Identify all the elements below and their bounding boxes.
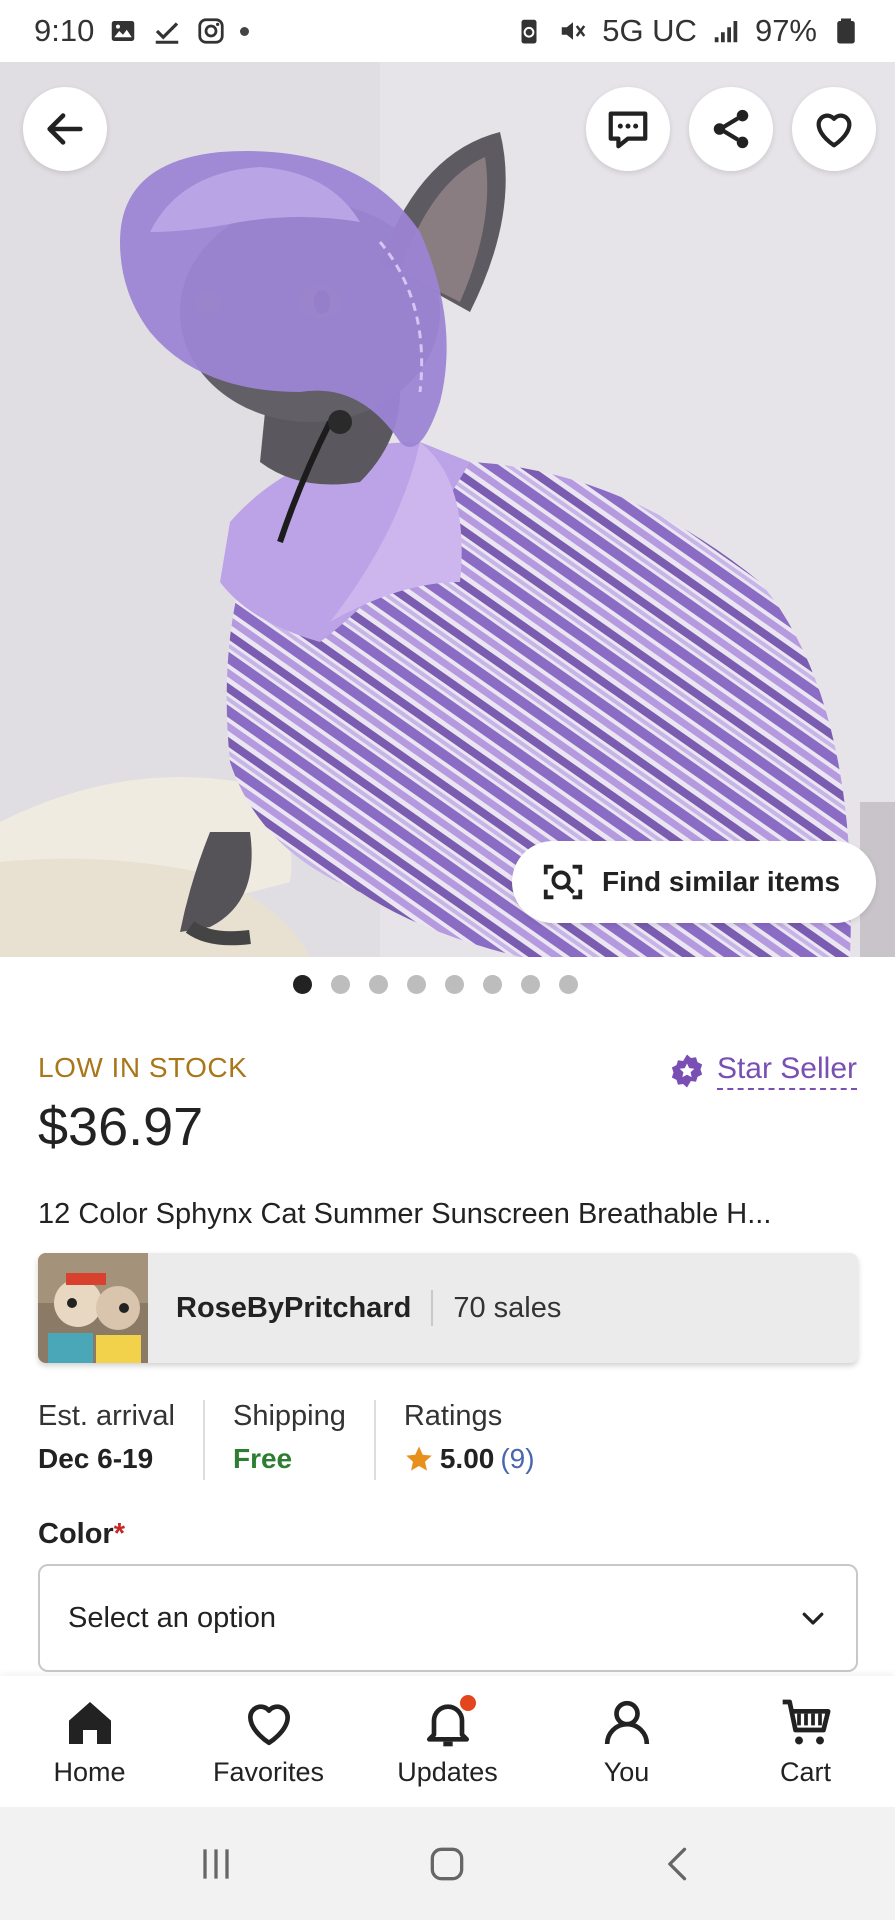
nav-you-label: You	[603, 1757, 650, 1787]
shop-avatar	[38, 1253, 148, 1363]
instagram-icon	[196, 16, 226, 46]
signal-icon	[711, 16, 741, 46]
message-seller-button[interactable]	[586, 87, 670, 171]
rating-value-row: 5.00 (9)	[404, 1443, 535, 1475]
status-time: 9:10	[34, 13, 95, 48]
product-image[interactable]: Find similar items	[0, 62, 895, 957]
heart-icon	[247, 1704, 290, 1746]
bottom-nav: Home Favorites Updates You Cart	[0, 1676, 895, 1807]
color-select[interactable]: Select an option	[38, 1564, 858, 1672]
product-photo	[0, 62, 895, 957]
favorite-button[interactable]	[792, 87, 876, 171]
ratings-info[interactable]: Ratings 5.00 (9)	[404, 1400, 535, 1484]
nav-home-label: Home	[53, 1757, 126, 1787]
home-button-icon[interactable]	[425, 1842, 469, 1886]
nav-updates-label: Updates	[397, 1757, 498, 1787]
pager-dot[interactable]	[407, 975, 426, 994]
arrival-info: Est. arrival Dec 6-19	[38, 1400, 175, 1484]
battery-icon	[831, 16, 861, 46]
home-icon	[68, 1702, 111, 1744]
info-divider	[373, 1400, 376, 1480]
visual-search-icon	[543, 864, 583, 900]
shop-name: RoseByPritchard	[176, 1291, 412, 1324]
share-button[interactable]	[689, 87, 773, 171]
notification-dot-icon	[240, 26, 250, 36]
arrow-left-icon	[47, 113, 83, 145]
nav-cart-label: Cart	[779, 1757, 831, 1787]
nav-home[interactable]: Home	[10, 1695, 170, 1788]
pager-dot[interactable]	[445, 975, 464, 994]
rating-count[interactable]: (9)	[500, 1443, 534, 1475]
color-label-text: Color	[38, 1518, 114, 1550]
find-similar-button[interactable]: Find similar items	[512, 841, 876, 923]
nav-cart[interactable]: Cart	[726, 1695, 886, 1788]
network-label: 5G UC	[602, 13, 697, 48]
info-row: Est. arrival Dec 6-19 Shipping Free Rati…	[38, 1400, 858, 1484]
chevron-down-icon	[802, 1612, 824, 1625]
arrival-label: Est. arrival	[38, 1400, 175, 1432]
back-button[interactable]	[23, 87, 107, 171]
pager-dot[interactable]	[331, 975, 350, 994]
pager-dot[interactable]	[559, 975, 578, 994]
gallery-icon	[108, 16, 138, 46]
color-select-placeholder: Select an option	[68, 1601, 276, 1634]
arrival-value: Dec 6-19	[38, 1443, 154, 1474]
nav-you[interactable]: You	[547, 1695, 707, 1788]
status-bar: 9:10 5G UC 97%	[0, 0, 895, 62]
heart-icon	[816, 113, 852, 148]
notification-badge	[459, 1695, 476, 1711]
shop-sales: 70 sales	[453, 1291, 562, 1324]
stock-status: LOW IN STOCK	[38, 1052, 248, 1083]
data-saver-icon	[514, 16, 544, 46]
shipping-value: Free	[232, 1443, 293, 1474]
price: $36.97	[38, 1097, 204, 1157]
person-icon	[604, 1700, 649, 1745]
pager-dot[interactable]	[483, 975, 502, 994]
pager-dot[interactable]	[521, 975, 540, 994]
battery-percent: 97%	[754, 13, 817, 48]
star-seller-label: Star Seller	[716, 1052, 857, 1090]
ratings-label: Ratings	[403, 1400, 503, 1432]
nav-favorites-label: Favorites	[212, 1757, 325, 1787]
pager-dot[interactable]	[369, 975, 388, 994]
back-nav-icon[interactable]	[657, 1842, 701, 1886]
star-seller-icon	[671, 1054, 703, 1088]
rating-value: 5.00	[439, 1443, 495, 1474]
image-pager	[0, 975, 895, 994]
share-icon	[713, 109, 749, 149]
cart-icon	[782, 1699, 830, 1745]
find-similar-label: Find similar items	[602, 866, 841, 897]
product-title[interactable]: 12 Color Sphynx Cat Summer Sunscreen Bre…	[38, 1198, 858, 1231]
status-left: 9:10	[34, 13, 250, 49]
shipping-label: Shipping	[232, 1400, 346, 1432]
recent-apps-icon[interactable]	[194, 1842, 238, 1886]
screen: 9:10 5G UC 97% Find similar items LOW IN…	[0, 0, 895, 1920]
required-mark: *	[113, 1518, 126, 1550]
nav-favorites[interactable]: Favorites	[189, 1695, 349, 1788]
nav-updates[interactable]: Updates	[368, 1695, 528, 1788]
star-icon	[406, 1446, 432, 1471]
color-label: Color*	[38, 1518, 125, 1551]
check-icon	[152, 16, 182, 46]
mute-icon	[558, 16, 588, 46]
star-seller-badge[interactable]: Star Seller	[669, 1052, 857, 1090]
status-right: 5G UC 97%	[514, 13, 861, 49]
pager-dot[interactable]	[293, 975, 312, 994]
system-nav	[0, 1807, 895, 1920]
shop-card[interactable]: RoseByPritchard 70 sales	[38, 1253, 858, 1363]
message-icon	[608, 111, 648, 149]
shop-separator	[431, 1290, 434, 1326]
info-divider	[202, 1400, 205, 1480]
shipping-info: Shipping Free	[233, 1400, 346, 1484]
